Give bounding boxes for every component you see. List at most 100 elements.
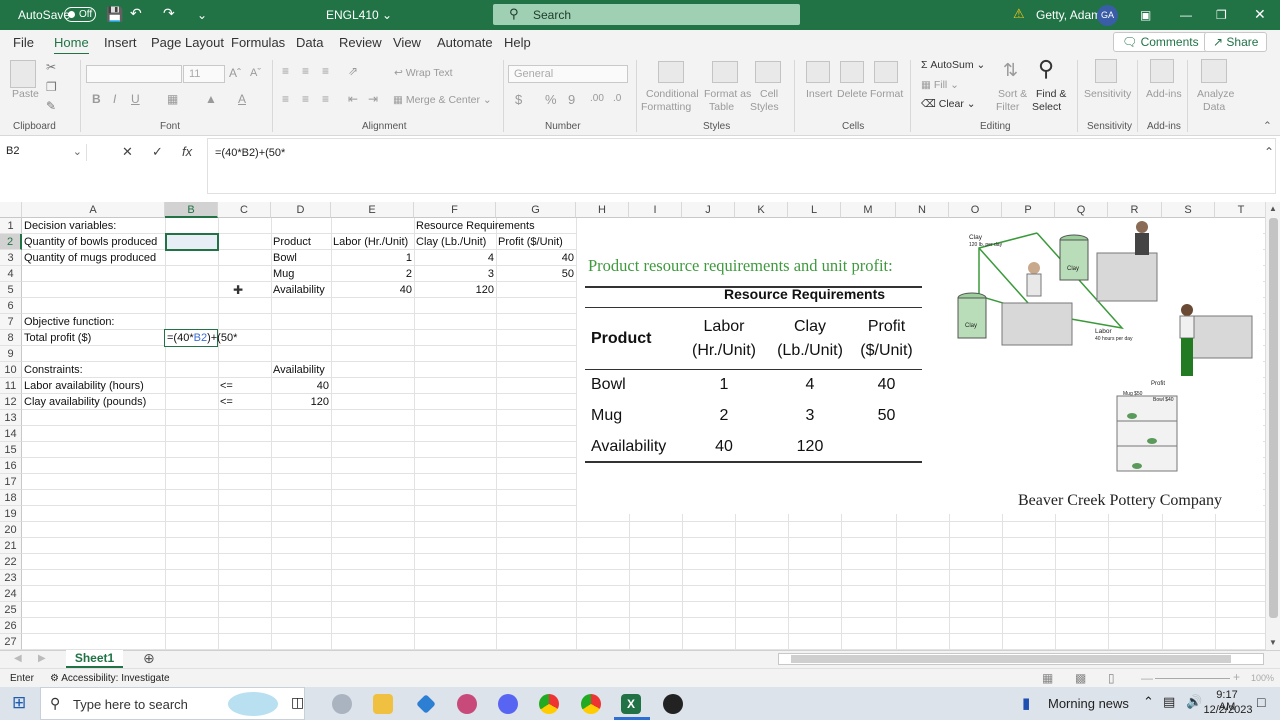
find-select-label2[interactable]: Select [1032, 101, 1061, 113]
zoom-in-icon[interactable]: + [1233, 670, 1240, 684]
row-header[interactable]: 18 [0, 490, 22, 506]
cell-C11[interactable]: <= [218, 378, 235, 394]
underline-icon[interactable]: U [131, 92, 140, 106]
notifications-icon[interactable]: □ [1257, 694, 1265, 710]
row-header[interactable]: 25 [0, 602, 22, 618]
format-cells-label[interactable]: Format [870, 88, 903, 100]
cell-E4[interactable]: 2 [331, 266, 414, 282]
file-explorer-icon[interactable] [373, 694, 393, 714]
conditional-formatting-icon[interactable] [658, 61, 684, 83]
bold-icon[interactable]: B [92, 92, 101, 106]
cell-F3[interactable]: 4 [414, 250, 496, 266]
cell-F4[interactable]: 3 [414, 266, 496, 282]
excel-icon[interactable]: X [621, 694, 641, 714]
row-header[interactable]: 22 [0, 554, 22, 570]
column-header[interactable]: K [735, 202, 788, 218]
column-header[interactable]: A [22, 202, 165, 218]
analyze-data-icon[interactable] [1201, 59, 1227, 83]
clock-date[interactable]: 12/2/2023 [1202, 704, 1254, 716]
increase-indent-icon[interactable]: ⇥ [368, 92, 378, 106]
redo-icon[interactable]: ↷ [163, 5, 175, 22]
column-header[interactable]: F [414, 202, 496, 218]
align-top-icon[interactable]: ≡ [282, 64, 289, 78]
paste-icon[interactable] [10, 60, 36, 88]
cell-A12[interactable]: Clay availability (pounds) [22, 394, 148, 410]
column-header[interactable]: N [896, 202, 949, 218]
next-sheet-icon[interactable]: ▶ [38, 653, 46, 664]
add-ins-label[interactable]: Add-ins [1146, 88, 1182, 100]
column-header[interactable]: B [165, 202, 218, 218]
tab-review[interactable]: Review [339, 35, 382, 50]
delete-cells-icon[interactable] [840, 61, 864, 83]
cell-B8[interactable]: =(40*B2)+(50* [165, 330, 239, 346]
news-label[interactable]: Morning news [1048, 696, 1129, 711]
zoom-out-icon[interactable]: — [1141, 671, 1153, 685]
sensitivity-icon[interactable] [1095, 59, 1117, 83]
cell-E2[interactable]: Labor (Hr./Unit) [331, 234, 410, 250]
number-format-combo[interactable]: General [508, 65, 628, 83]
discord-icon[interactable] [498, 694, 518, 714]
percent-icon[interactable]: % [545, 92, 557, 107]
minimize-icon[interactable]: — [1180, 8, 1192, 22]
font-name-combo[interactable] [86, 65, 182, 83]
user-name[interactable]: Getty, Adam [1036, 8, 1101, 22]
search-box[interactable]: ⚲ Search [493, 4, 800, 25]
cell-G3[interactable]: 40 [496, 250, 576, 266]
fill-color-icon[interactable]: ▲ [205, 92, 217, 106]
cell-E1[interactable]: Resource Requirements [414, 218, 537, 234]
column-header[interactable]: M [841, 202, 896, 218]
normal-view-icon[interactable]: ▦ [1042, 671, 1053, 685]
cell-G4[interactable]: 50 [496, 266, 576, 282]
cell-D3[interactable]: Bowl [271, 250, 299, 266]
scroll-up-icon[interactable]: ▲ [1269, 204, 1277, 213]
copy-icon[interactable]: ❐ [46, 80, 57, 94]
column-header[interactable]: G [496, 202, 576, 218]
cell-C12[interactable]: <= [218, 394, 235, 410]
column-header[interactable]: S [1162, 202, 1215, 218]
insert-cells-icon[interactable] [806, 61, 830, 83]
decrease-indent-icon[interactable]: ⇤ [348, 92, 358, 106]
format-as-table-label2[interactable]: Table [709, 101, 734, 113]
file-name[interactable]: ENGL410 ⌄ [326, 8, 392, 22]
row-header[interactable]: 10 [0, 362, 22, 378]
expand-formula-icon[interactable]: ⌃ [1264, 145, 1274, 159]
chrome-icon[interactable] [539, 694, 559, 714]
italic-icon[interactable]: I [113, 92, 116, 106]
borders-icon[interactable]: ▦ [167, 92, 178, 106]
row-header[interactable]: 5 [0, 282, 22, 298]
column-header[interactable]: E [331, 202, 414, 218]
network-icon[interactable]: ▤ [1163, 694, 1175, 710]
clear-button[interactable]: ⌫ Clear ⌄ [921, 98, 976, 110]
add-sheet-icon[interactable]: ⊕ [143, 650, 155, 667]
fill-button[interactable]: ▦ Fill ⌄ [921, 79, 959, 91]
row-header[interactable]: 11 [0, 378, 22, 394]
cell-F2[interactable]: Clay (Lb./Unit) [414, 234, 488, 250]
cell-A2[interactable]: Quantity of bowls produced [22, 234, 159, 250]
autosum-button[interactable]: Σ AutoSum ⌄ [921, 59, 985, 71]
page-break-view-icon[interactable]: ▯ [1108, 671, 1115, 685]
windows-start-icon[interactable]: ⊞ [12, 693, 26, 713]
format-as-table-label[interactable]: Format as [704, 88, 751, 100]
cell-styles-label2[interactable]: Styles [750, 101, 779, 113]
tab-insert[interactable]: Insert [104, 35, 137, 50]
horizontal-scrollbar[interactable] [778, 653, 1264, 665]
scroll-thumb[interactable] [1269, 218, 1278, 618]
column-header[interactable]: O [949, 202, 1002, 218]
chrome-profile-icon[interactable] [581, 694, 601, 714]
font-color-icon[interactable]: A [238, 92, 246, 106]
tab-home[interactable]: Home [54, 35, 89, 55]
scroll-down-icon[interactable]: ▼ [1269, 638, 1277, 647]
embedded-picture[interactable]: Product resource requirements and unit p… [577, 218, 1263, 514]
row-header[interactable]: 2 [0, 234, 22, 250]
autosave-toggle[interactable]: Off [64, 7, 96, 22]
cell-A8[interactable]: Total profit ($) [22, 330, 93, 346]
find-select-icon[interactable]: ⚲ [1038, 56, 1054, 82]
cell-D2[interactable]: Product [271, 234, 313, 250]
align-center-icon[interactable]: ≡ [302, 92, 309, 106]
tab-page-layout[interactable]: Page Layout [151, 35, 224, 50]
zoom-slider[interactable] [1155, 678, 1230, 679]
taskbar-search-highlight-icon[interactable] [228, 692, 278, 716]
row-header[interactable]: 21 [0, 538, 22, 554]
cell-A3[interactable]: Quantity of mugs produced [22, 250, 158, 266]
collapse-ribbon-icon[interactable]: ⌃ [1263, 120, 1272, 132]
